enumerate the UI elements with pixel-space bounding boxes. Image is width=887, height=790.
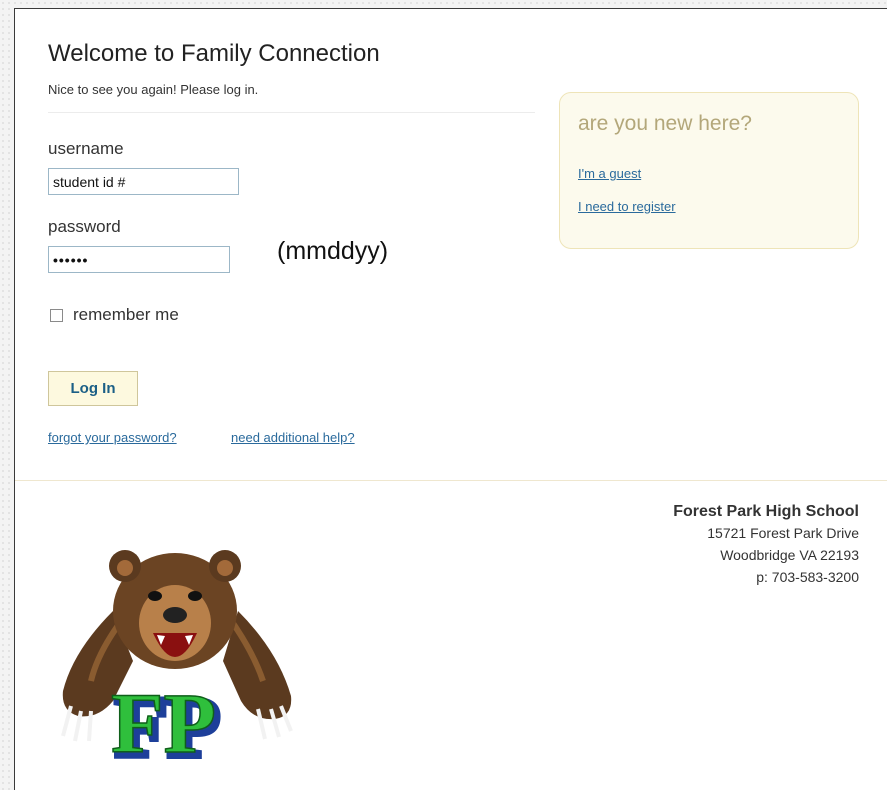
password-label: password bbox=[48, 217, 121, 236]
username-label: username bbox=[48, 139, 124, 158]
school-street: 15721 Forest Park Drive bbox=[707, 525, 859, 541]
register-link[interactable]: I need to register bbox=[578, 199, 676, 214]
new-user-title: are you new here? bbox=[578, 112, 752, 135]
school-phone: p: 703-583-3200 bbox=[756, 569, 859, 585]
login-button[interactable]: Log In bbox=[48, 371, 138, 406]
school-logo-bear-icon: FP FP bbox=[61, 550, 293, 776]
username-input[interactable] bbox=[48, 168, 239, 195]
guest-link[interactable]: I'm a guest bbox=[578, 166, 641, 181]
remember-me-label: remember me bbox=[73, 305, 179, 324]
divider bbox=[48, 112, 535, 113]
page-title: Welcome to Family Connection bbox=[48, 40, 380, 67]
password-format-hint: (mmddyy) bbox=[277, 237, 389, 265]
login-page: Welcome to Family Connection Nice to see… bbox=[14, 8, 887, 790]
additional-help-link[interactable]: need additional help? bbox=[231, 430, 355, 445]
checkbox-icon[interactable] bbox=[50, 308, 63, 322]
school-city: Woodbridge VA 22193 bbox=[720, 547, 859, 563]
footer-divider bbox=[15, 480, 887, 481]
school-name: Forest Park High School bbox=[673, 503, 859, 520]
logo-letters-front: FP bbox=[111, 675, 216, 771]
new-user-panel: are you new here? I'm a guest I need to … bbox=[559, 92, 859, 249]
forgot-password-link[interactable]: forgot your password? bbox=[48, 430, 177, 445]
password-input[interactable] bbox=[48, 246, 230, 273]
remember-me-checkbox[interactable]: remember me bbox=[50, 305, 179, 325]
page-subtitle: Nice to see you again! Please log in. bbox=[48, 82, 259, 97]
